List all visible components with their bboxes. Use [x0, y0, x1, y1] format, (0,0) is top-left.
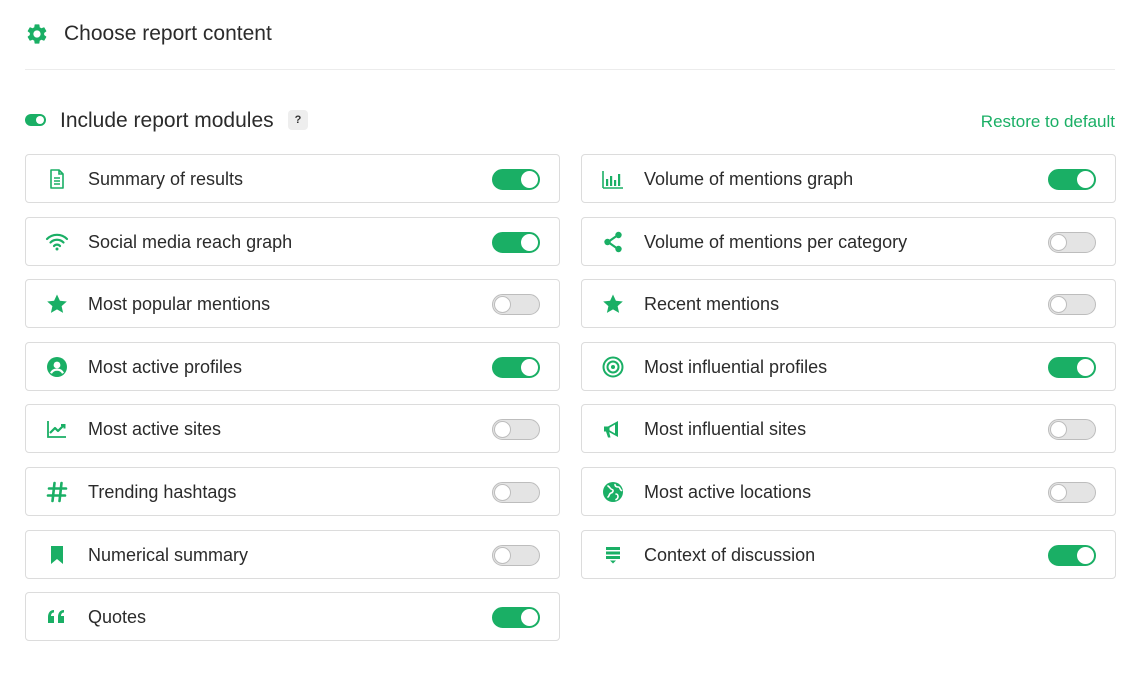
module-label: Summary of results [88, 169, 244, 189]
module-toggle[interactable] [1048, 231, 1096, 253]
hashtag-icon [45, 480, 69, 504]
module-label: Most active sites [88, 419, 222, 440]
restore-default-link[interactable]: Restore to default [981, 112, 1115, 132]
toggle-knob [1077, 546, 1094, 564]
toggle-knob [494, 421, 511, 439]
module-toggle[interactable] [1048, 482, 1096, 503]
module-label: Recent mentions [644, 294, 780, 315]
toggle-knob [521, 171, 538, 188]
module-label: Social media reach graph [88, 231, 293, 252]
include-modules-toggle[interactable] [25, 114, 46, 126]
module-row-numerical-summary: Numerical summary [25, 529, 560, 579]
toggle-knob [521, 609, 538, 627]
module-row-volume-of-mentions-per-category: Volume of mentions per category [581, 216, 1116, 266]
module-label: Most active locations [644, 482, 812, 502]
module-label: Volume of mentions per category [644, 231, 908, 252]
toggle-knob [1050, 296, 1067, 314]
toggle-knob [494, 296, 511, 314]
quote-icon [45, 605, 69, 629]
toggle-knob [1050, 233, 1067, 251]
bar-chart-icon [601, 167, 625, 191]
toggle-knob [1050, 421, 1067, 439]
module-label: Most active profiles [88, 356, 243, 377]
module-label: Most influential sites [644, 419, 807, 440]
module-row-volume-of-mentions-graph: Volume of mentions graph [581, 154, 1116, 203]
star-icon [45, 292, 69, 316]
module-toggle[interactable] [492, 169, 540, 190]
page-title: Choose report content [64, 22, 272, 45]
context-icon [601, 543, 625, 567]
module-toggle[interactable] [1048, 419, 1096, 441]
module-row-most-active-locations: Most active locations [581, 467, 1116, 516]
module-toggle[interactable] [1048, 544, 1096, 566]
module-toggle[interactable] [492, 356, 540, 378]
help-badge[interactable]: ? [288, 110, 308, 130]
megaphone-icon [601, 417, 625, 441]
gear-icon [25, 22, 49, 46]
toggle-knob [1077, 171, 1094, 188]
module-row-context-of-discussion: Context of discussion [581, 529, 1116, 579]
module-label: Most influential profiles [644, 356, 828, 377]
toggle-knob [1077, 358, 1094, 376]
toggle-knob [1050, 484, 1067, 501]
module-row-most-influential-profiles: Most influential profiles [581, 341, 1116, 391]
trend-chart-icon [45, 417, 69, 441]
module-toggle[interactable] [1048, 356, 1096, 378]
module-label: Most popular mentions [88, 294, 271, 315]
modules-bar: Include report modules ? Restore to defa… [25, 108, 1115, 136]
page-header: Choose report content [25, 18, 1115, 70]
module-toggle[interactable] [492, 231, 540, 253]
module-toggle[interactable] [1048, 169, 1096, 190]
include-modules-label: Include report modules [60, 109, 274, 132]
module-label: Quotes [88, 607, 147, 628]
star-icon [601, 292, 625, 316]
module-toggle[interactable] [492, 419, 540, 441]
globe-icon [601, 480, 625, 504]
module-row-most-influential-sites: Most influential sites [581, 404, 1116, 454]
module-toggle[interactable] [492, 294, 540, 316]
toggle-knob [521, 233, 538, 251]
module-row-trending-hashtags: Trending hashtags [25, 467, 560, 516]
module-row-recent-mentions: Recent mentions [581, 279, 1116, 329]
share-icon [601, 230, 625, 254]
module-row-quotes: Quotes [25, 592, 560, 642]
target-icon [601, 355, 625, 379]
module-label: Volume of mentions graph [644, 169, 854, 189]
module-toggle[interactable] [492, 607, 540, 629]
module-toggle[interactable] [1048, 294, 1096, 316]
module-label: Context of discussion [644, 544, 816, 565]
module-row-social-media-reach-graph: Social media reach graph [25, 216, 560, 266]
module-row-most-active-sites: Most active sites [25, 404, 560, 454]
module-row-most-active-profiles: Most active profiles [25, 341, 560, 391]
document-icon [45, 167, 69, 191]
module-row-summary-of-results: Summary of results [25, 154, 560, 203]
module-toggle[interactable] [492, 544, 540, 566]
bookmark-icon [45, 543, 69, 567]
module-label: Trending hashtags [88, 482, 237, 502]
toggle-knob [521, 358, 538, 376]
toggle-knob [494, 484, 511, 501]
profile-icon [45, 355, 69, 379]
module-row-most-popular-mentions: Most popular mentions [25, 279, 560, 329]
wifi-icon [45, 230, 69, 254]
module-toggle[interactable] [492, 482, 540, 503]
module-label: Numerical summary [88, 544, 249, 565]
toggle-knob [494, 546, 511, 564]
